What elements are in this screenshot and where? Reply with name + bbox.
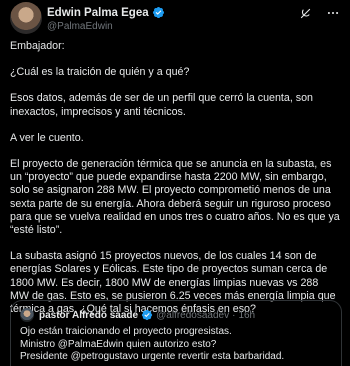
tweet-header: Edwin Palma Egea @PalmaEdwin [10, 2, 340, 36]
author-name[interactable]: Edwin Palma Egea [47, 7, 149, 19]
author-name-row[interactable]: Edwin Palma Egea [47, 6, 165, 19]
quoted-tweet-text: Ojo están traicionando el proyecto progr… [20, 326, 332, 364]
quoted-author-handle[interactable]: @alfredosaadev [156, 310, 229, 321]
tweet-paragraph: A ver le cuento. [10, 131, 84, 144]
quoted-line: Ministro @PalmaEdwin quien autorizo esto… [20, 338, 217, 350]
avatar[interactable] [10, 2, 42, 34]
quoted-avatar[interactable] [20, 308, 34, 322]
tweet-body: Embajador: ¿Cuál es la traición de quién… [10, 40, 340, 316]
tweet-paragraph: Esos datos, además de ser de un perfil q… [10, 92, 313, 118]
tweet-paragraph: ¿Cuál es la traición de quién y a qué? [10, 66, 190, 79]
header-actions [298, 6, 340, 20]
verified-badge-icon [152, 6, 164, 19]
tweet-paragraph: El proyecto de generación térmica que se… [10, 158, 340, 237]
quoted-timestamp[interactable]: 16h [238, 310, 255, 321]
tweet: Edwin Palma Egea @PalmaEdwin Embajador: … [0, 0, 350, 366]
quoted-tweet[interactable]: pastor Alfredo saade @alfredosaadev · 16… [10, 300, 342, 366]
more-icon[interactable] [326, 6, 340, 20]
author-handle[interactable]: @PalmaEdwin [47, 21, 113, 32]
quoted-author-name[interactable]: pastor Alfredo saade [39, 310, 138, 321]
quoted-line: Ojo están traicionando el proyecto progr… [20, 326, 232, 337]
grok-icon[interactable] [298, 6, 312, 20]
quoted-line: Presidente @petrogustavo urgente reverti… [20, 351, 285, 362]
tweet-paragraph: Embajador: [10, 40, 65, 52]
verified-badge-icon [141, 309, 153, 321]
quoted-tweet-header: pastor Alfredo saade @alfredosaadev · 16… [20, 308, 332, 322]
quoted-separator: · [232, 309, 236, 321]
